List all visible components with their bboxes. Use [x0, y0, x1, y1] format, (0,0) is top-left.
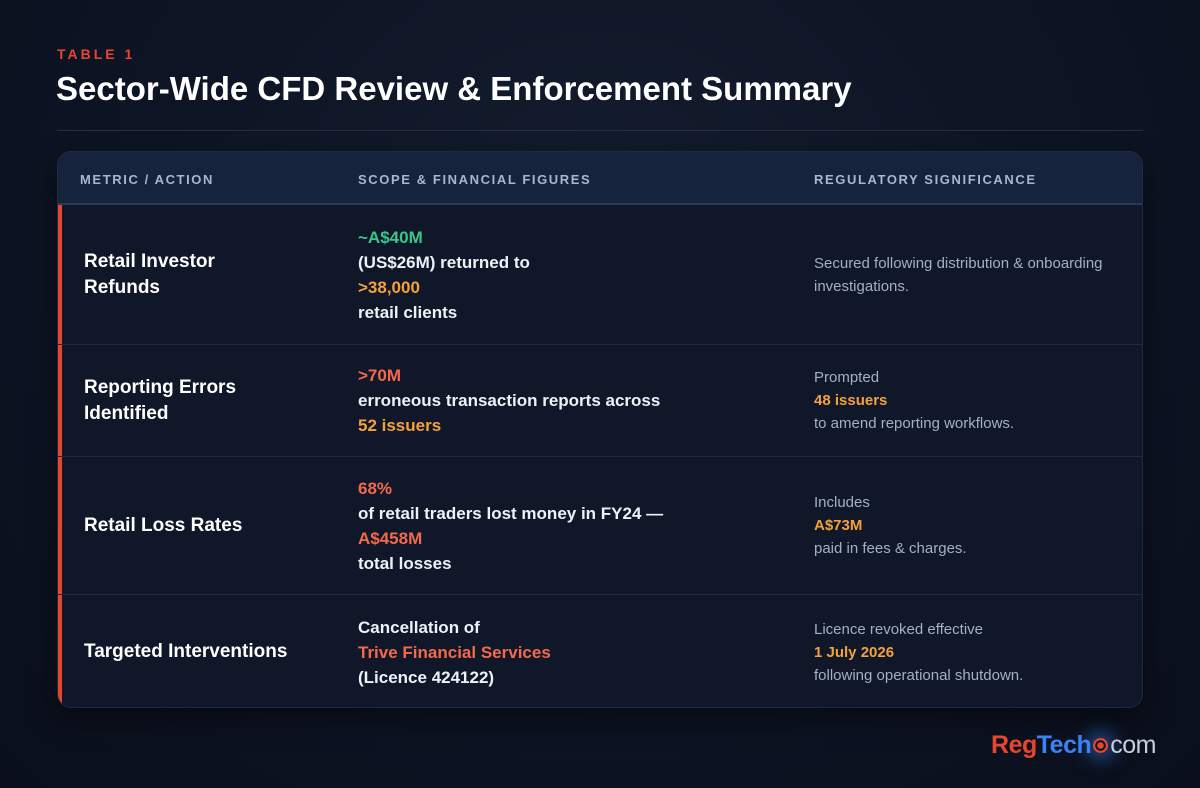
- scope-cell: >70M erroneous transaction reports acros…: [358, 345, 798, 456]
- scope-highlight: >38,000: [358, 277, 420, 297]
- scope-highlight: A$458M: [358, 528, 423, 548]
- scope-highlight: Trive Financial Services: [358, 642, 551, 662]
- scope-text: retail clients: [358, 302, 458, 322]
- scope-highlight: ~A$40M: [358, 227, 423, 247]
- brand-reg: Reg: [991, 731, 1037, 759]
- page-title: Sector-Wide CFD Review & Enforcement Sum…: [56, 70, 852, 107]
- scope-text: Cancellation of: [358, 617, 480, 637]
- scope-cell: Cancellation of Trive Financial Services…: [358, 595, 798, 707]
- metric-cell: Targeted Interventions: [84, 595, 334, 707]
- metric-label: Reporting Errors Identified: [84, 376, 237, 424]
- summary-table: METRIC / ACTION SCOPE & FINANCIAL FIGURE…: [57, 151, 1143, 708]
- significance-text: Includes: [814, 494, 870, 511]
- column-header-scope: SCOPE & FINANCIAL FIGURES: [358, 172, 592, 187]
- scope-highlight: 68%: [358, 478, 393, 498]
- brand-logo: Reg Tech com: [991, 731, 1156, 760]
- scope-text: of retail traders lost money in FY24 —: [358, 503, 664, 523]
- column-header-metric: METRIC / ACTION: [80, 172, 215, 187]
- significance-text: following operational shutdown.: [814, 666, 1024, 684]
- significance-cell: Licence revoked effective 1 July 2026 fo…: [814, 595, 1134, 707]
- target-dot-icon: [1093, 738, 1109, 753]
- brand-tech: Tech: [1036, 731, 1092, 759]
- table-row: Targeted Interventions Cancellation of T…: [58, 595, 1142, 707]
- scope-text: erroneous transaction reports across: [358, 391, 661, 410]
- table-eyebrow: TABLE 1: [57, 46, 136, 62]
- significance-highlight: A$73M: [814, 517, 863, 534]
- significance-text: Prompted: [814, 369, 880, 386]
- column-header-significance: REGULATORY SIGNIFICANCE: [814, 172, 1037, 187]
- scope-text: (US$26M) returned to: [358, 252, 530, 272]
- title-divider: [57, 130, 1143, 131]
- scope-highlight: 52 issuers: [358, 416, 442, 435]
- scope-cell: ~A$40M (US$26M) returned to >38,000 reta…: [358, 205, 798, 344]
- scope-highlight: >70M: [358, 366, 401, 385]
- significance-text: Secured following distribution & onboard…: [814, 254, 1103, 295]
- table-header: METRIC / ACTION SCOPE & FINANCIAL FIGURE…: [58, 152, 1142, 205]
- metric-cell: Retail Investor Refunds: [84, 205, 334, 344]
- table-row: Retail Loss Rates 68% of retail traders …: [58, 457, 1142, 595]
- metric-label: Retail Loss Rates: [84, 514, 243, 536]
- scope-cell: 68% of retail traders lost money in FY24…: [358, 457, 798, 594]
- significance-cell: Prompted 48 issuers to amend reporting w…: [814, 345, 1134, 456]
- scope-text: (Licence 424122): [358, 667, 495, 687]
- significance-text: Licence revoked effective: [814, 620, 983, 638]
- brand-dotcom: com: [1110, 731, 1156, 759]
- table-row: Reporting Errors Identified >70M erroneo…: [58, 345, 1142, 457]
- metric-cell: Retail Loss Rates: [84, 457, 334, 594]
- significance-text: paid in fees & charges.: [814, 540, 967, 557]
- metric-label: Targeted Interventions: [84, 641, 288, 662]
- metric-label: Retail Investor Refunds: [84, 250, 215, 298]
- significance-cell: Includes A$73M paid in fees & charges.: [814, 457, 1134, 594]
- metric-cell: Reporting Errors Identified: [84, 345, 334, 456]
- significance-highlight: 1 July 2026: [814, 643, 895, 661]
- table-row: Retail Investor Refunds ~A$40M (US$26M) …: [58, 205, 1142, 345]
- scope-text: total losses: [358, 553, 452, 573]
- significance-cell: Secured following distribution & onboard…: [814, 205, 1134, 344]
- significance-text: to amend reporting workflows.: [814, 415, 1015, 432]
- significance-highlight: 48 issuers: [814, 392, 888, 409]
